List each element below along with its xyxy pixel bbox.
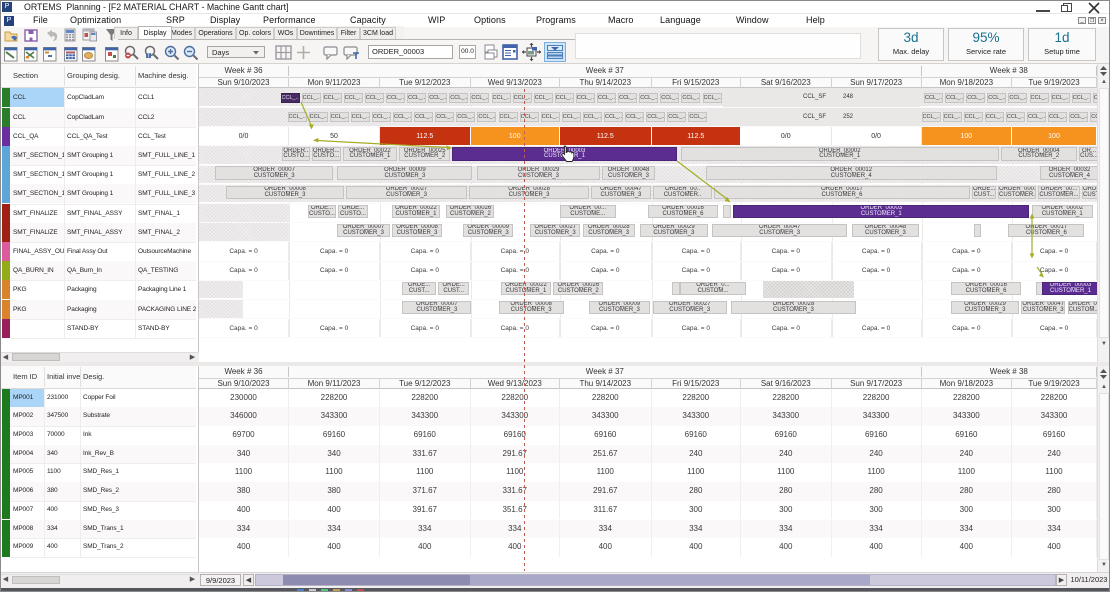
svg-text:T: T — [147, 54, 150, 60]
